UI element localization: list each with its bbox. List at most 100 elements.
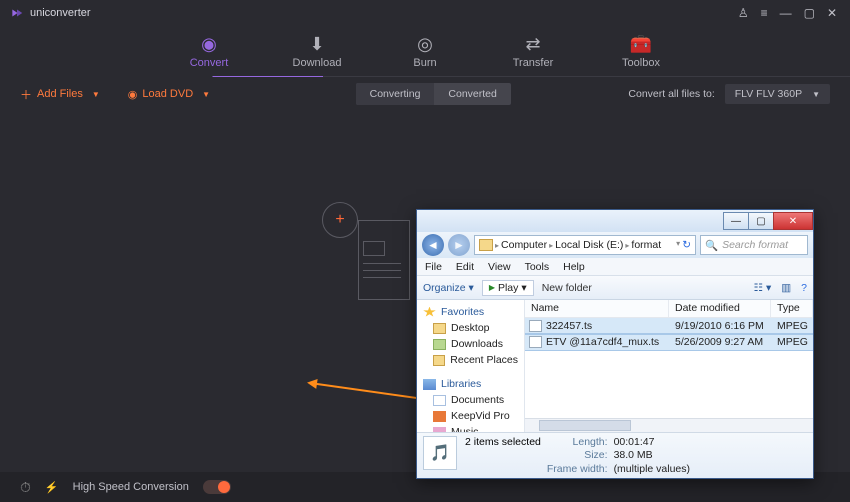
add-files-label: Add Files — [37, 88, 83, 100]
account-icon[interactable]: ♙ — [735, 6, 752, 20]
new-folder-button[interactable]: New folder — [542, 282, 592, 294]
search-icon: 🔍 — [705, 239, 718, 252]
nav-burn[interactable]: ◎ Burn — [395, 34, 455, 69]
convert-all-label: Convert all files to: — [628, 88, 714, 100]
nav-download[interactable]: ⬇ Download — [287, 34, 347, 69]
nav-downloads[interactable]: Downloads — [417, 336, 524, 352]
length-label: Length: — [547, 436, 608, 448]
framewidth-label: Frame width: — [547, 463, 608, 475]
nav-toolbox[interactable]: 🧰 Toolbox — [611, 34, 671, 69]
col-date[interactable]: Date modified — [669, 300, 771, 317]
explorer-minimize-icon[interactable]: — — [723, 212, 749, 230]
crumb[interactable]: Local Disk (E:) — [555, 239, 623, 251]
downloads-icon — [433, 339, 446, 350]
crumb[interactable]: Computer — [501, 239, 547, 251]
forward-button[interactable]: ► — [448, 234, 470, 256]
disc-icon: ◉ — [128, 88, 138, 101]
size-value: 38.0 MB — [614, 449, 690, 461]
menu-view[interactable]: View — [488, 261, 511, 273]
organize-button[interactable]: Organize ▾ — [423, 282, 474, 294]
app-logo: uniconverter — [10, 6, 91, 20]
file-row[interactable]: 322457.ts 9/19/2010 6:16 PM MPEG — [525, 318, 813, 334]
hsc-toggle[interactable] — [203, 480, 231, 494]
convert-icon: ◉ — [201, 34, 217, 55]
format-value: FLV FLV 360P — [735, 88, 802, 100]
nav-music[interactable]: Music — [417, 424, 524, 432]
explorer-close-icon[interactable]: ✕ — [773, 212, 813, 230]
col-name[interactable]: Name — [525, 300, 669, 317]
status-summary: 2 items selected — [465, 436, 541, 448]
breadcrumb[interactable]: ▸Computer ▸Local Disk (E:) ▸format ▾↻ — [474, 235, 696, 255]
play-button[interactable]: ▶Play ▾ — [482, 280, 534, 296]
column-headers: Name Date modified Type — [525, 300, 813, 318]
segment-converted[interactable]: Converted — [434, 83, 510, 105]
nav-convert[interactable]: ◉ Convert — [179, 34, 239, 69]
minimize-icon[interactable]: — — [777, 6, 795, 20]
explorer-maximize-icon[interactable]: ▢ — [748, 212, 774, 230]
nav-recent[interactable]: Recent Places — [417, 352, 524, 368]
preview-pane-icon[interactable]: ▥ — [781, 282, 791, 294]
window-controls: ♙ ≡ — ▢ ✕ — [735, 6, 840, 20]
nav-favorites[interactable]: Favorites — [417, 304, 524, 320]
top-nav: ◉ Convert ⬇ Download ◎ Burn ⇄ Transfer 🧰… — [0, 26, 850, 76]
plus-icon: ＋ — [20, 86, 32, 103]
back-button[interactable]: ◄ — [422, 234, 444, 256]
search-placeholder: Search format — [722, 239, 788, 251]
maximize-icon[interactable]: ▢ — [801, 6, 818, 20]
video-file-icon — [529, 320, 542, 332]
load-dvd-label: Load DVD — [142, 88, 193, 100]
nav-keepvid[interactable]: KeepVid Pro — [417, 408, 524, 424]
chevron-down-icon: ▼ — [812, 90, 820, 99]
file-row[interactable]: ETV @11a7cdf4_mux.ts 5/26/2009 9:27 AM M… — [525, 334, 813, 350]
menu-edit[interactable]: Edit — [456, 261, 474, 273]
folder-icon — [433, 323, 446, 334]
search-input[interactable]: 🔍 Search format — [700, 235, 808, 255]
framewidth-value: (multiple values) — [614, 463, 690, 475]
load-dvd-button[interactable]: ◉ Load DVD ▼ — [128, 88, 210, 101]
star-icon — [423, 307, 436, 318]
explorer-status-bar: 🎵 2 items selected Length: 00:01:47 Size… — [417, 432, 813, 478]
app-logo-icon — [10, 6, 24, 20]
menu-file[interactable]: File — [425, 261, 442, 273]
toolbar-right: Convert all files to: FLV FLV 360P ▼ — [628, 84, 830, 104]
menu-help[interactable]: Help — [563, 261, 585, 273]
segment-converting[interactable]: Converting — [356, 83, 435, 105]
bolt-icon: ⚡ — [45, 481, 59, 494]
nav-libraries[interactable]: Libraries — [417, 376, 524, 392]
title-bar: uniconverter ♙ ≡ — ▢ ✕ — [0, 0, 850, 26]
clock-icon[interactable]: ⏱ — [20, 479, 31, 496]
nav-transfer[interactable]: ⇄ Transfer — [503, 34, 563, 69]
nav-label: Transfer — [513, 57, 554, 69]
menu-tools[interactable]: Tools — [525, 261, 550, 273]
file-explorer-window: — ▢ ✕ ◄ ► ▸Computer ▸Local Disk (E:) ▸fo… — [416, 209, 814, 479]
add-circle-icon — [322, 202, 358, 238]
status-segment: Converting Converted — [356, 83, 511, 105]
add-files-button[interactable]: ＋ Add Files ▼ — [20, 86, 100, 103]
refresh-icon[interactable]: ↻ — [682, 239, 691, 251]
col-type[interactable]: Type — [771, 300, 813, 317]
size-label: Size: — [547, 449, 608, 461]
explorer-nav-pane: Favorites Desktop Downloads Recent Place… — [417, 300, 525, 432]
download-icon: ⬇ — [309, 34, 324, 55]
transfer-icon: ⇄ — [525, 34, 540, 55]
nav-label: Convert — [190, 57, 229, 69]
explorer-titlebar[interactable]: — ▢ ✕ — [417, 210, 813, 232]
status-thumbnail-icon: 🎵 — [423, 436, 457, 470]
documents-icon — [433, 395, 446, 406]
chevron-down-icon: ▼ — [92, 90, 100, 99]
output-format-select[interactable]: FLV FLV 360P ▼ — [725, 84, 830, 104]
folder-icon — [479, 239, 493, 251]
help-icon[interactable]: ? — [801, 282, 807, 294]
nav-desktop[interactable]: Desktop — [417, 320, 524, 336]
crumb[interactable]: format — [631, 239, 661, 251]
nav-label: Download — [293, 57, 342, 69]
view-mode-icon[interactable]: ☷ ▾ — [754, 282, 772, 294]
file-placeholder-icon — [358, 220, 410, 300]
nav-documents[interactable]: Documents — [417, 392, 524, 408]
nav-label: Burn — [413, 57, 436, 69]
horizontal-scrollbar[interactable] — [525, 418, 813, 432]
explorer-file-list: Name Date modified Type 322457.ts 9/19/2… — [525, 300, 813, 432]
chevron-down-icon[interactable]: ▾ — [676, 239, 680, 251]
menu-icon[interactable]: ≡ — [758, 6, 771, 20]
close-icon[interactable]: ✕ — [824, 6, 840, 20]
